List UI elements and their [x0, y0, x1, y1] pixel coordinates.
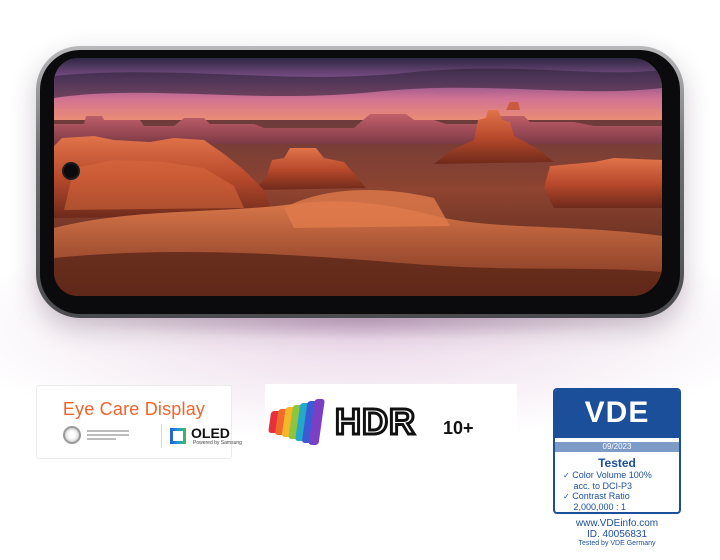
- vde-tested-badge: VDE 09/2023 Tested ✓ Color Volume 100% a…: [553, 388, 681, 548]
- oled-logo-icon: [170, 428, 186, 444]
- vde-card: VDE 09/2023 Tested ✓ Color Volume 100% a…: [553, 388, 681, 514]
- hdr-spectrum-icon: [268, 399, 325, 445]
- eye-care-display-badge: Eye Care Display OLED Powered by Samsung: [37, 386, 242, 458]
- landscape-illustration: [54, 58, 662, 296]
- vde-result-item: ✓ Contrast Ratio: [563, 491, 630, 501]
- hdr10-plus-logo: HDR 10+: [268, 399, 474, 445]
- front-camera: [64, 164, 78, 178]
- vde-header: VDE: [555, 390, 679, 438]
- vde-footer: Tested by VDE Germany: [578, 540, 656, 547]
- vde-test-date: 09/2023: [555, 442, 679, 452]
- badge-divider: [161, 424, 162, 448]
- mesa-right-edge: [544, 158, 662, 208]
- vde-result-item: 2,000,000 : 1: [573, 502, 627, 512]
- vde-result-item: acc. to DCI-P3: [573, 481, 633, 491]
- vde-results-list: ✓ Color Volume 100% acc. to DCI-P3 ✓ Con…: [563, 470, 677, 512]
- phone-screen-landscape-image: [54, 58, 662, 296]
- certification-seal-icon: [63, 426, 81, 444]
- oled-powered-by: Powered by Samsung: [193, 440, 242, 446]
- eye-care-title: Eye Care Display: [62, 399, 206, 419]
- promo-stage: Eye Care Display OLED Powered by Samsung…: [0, 0, 720, 560]
- vde-id: ID. 40056831: [586, 529, 648, 540]
- vde-tested-label: Tested: [598, 456, 636, 470]
- vde-result-item: ✓ Color Volume 100%: [563, 470, 652, 480]
- hdr-10-plus-text: 10+: [443, 418, 474, 438]
- certification-text-lines: [87, 430, 129, 442]
- vde-logo: VDE: [584, 396, 650, 429]
- checkmark-icon: ✓: [563, 471, 570, 480]
- oled-label: OLED: [191, 425, 230, 441]
- vde-website: www.VDEinfo.com: [575, 518, 659, 529]
- checkmark-icon: ✓: [563, 492, 570, 501]
- eye-care-certifications: OLED Powered by Samsung: [63, 424, 243, 450]
- hdr10-plus-badge: HDR 10+: [265, 384, 517, 458]
- hdr-text: HDR: [335, 401, 416, 442]
